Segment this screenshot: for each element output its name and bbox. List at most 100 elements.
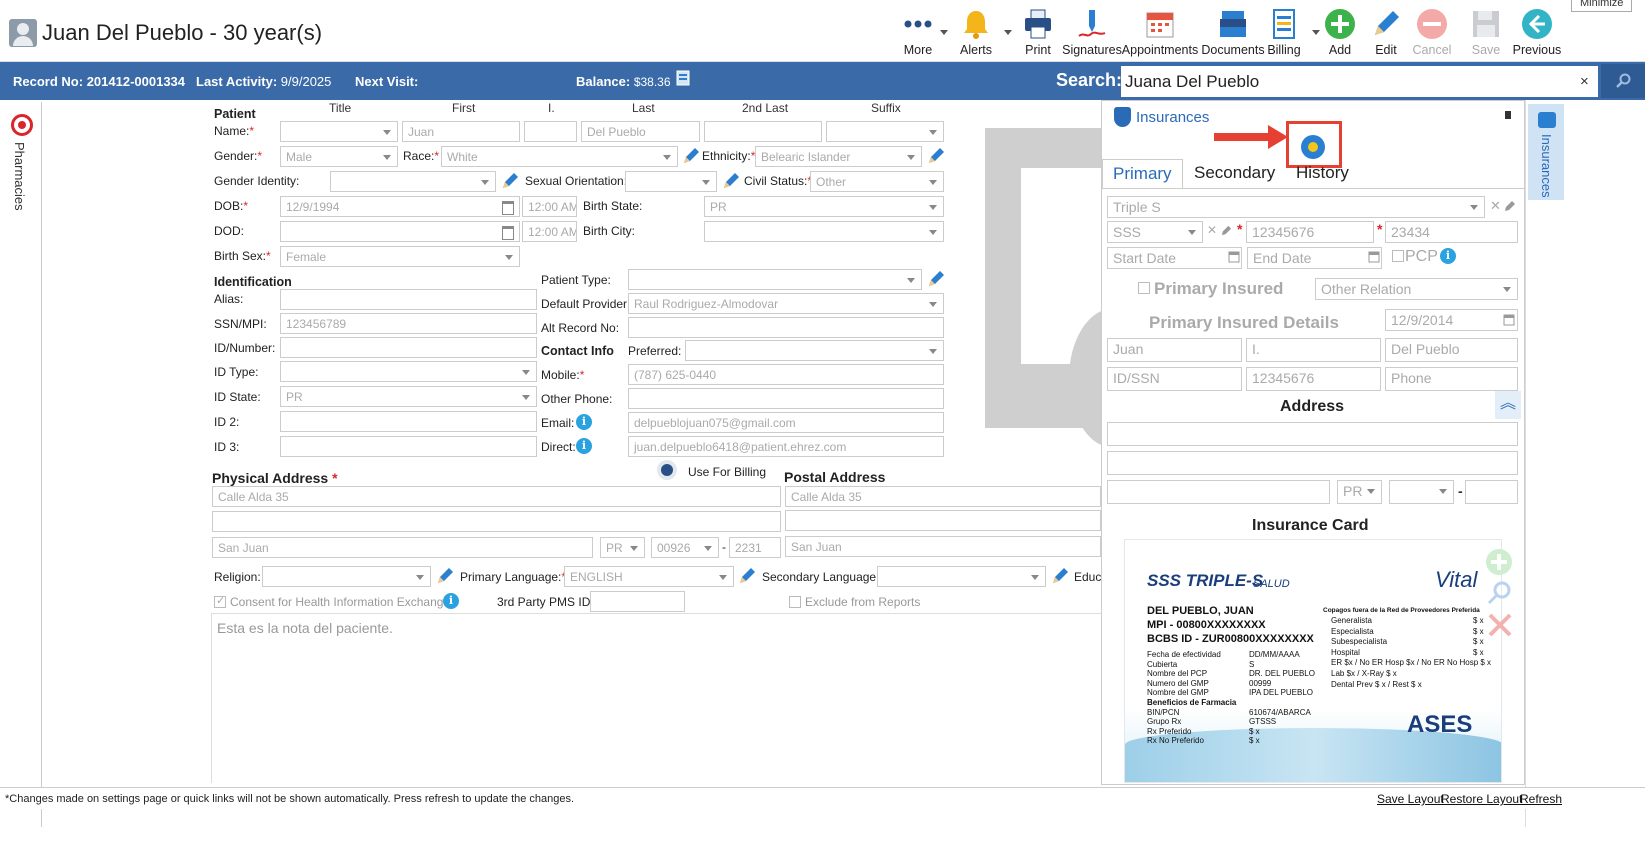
physical-zip-select[interactable]: 00926: [651, 537, 719, 558]
third-party-input[interactable]: [590, 591, 685, 612]
restore-layout-link[interactable]: Restore Layout: [1441, 792, 1522, 806]
race-edit-pencil-icon[interactable]: [681, 146, 701, 166]
end-date-input[interactable]: End Date: [1247, 247, 1382, 269]
id2-input[interactable]: [280, 411, 537, 432]
policy-number-input[interactable]: 12345676: [1246, 221, 1374, 243]
plan-type-edit-pencil-icon[interactable]: [1221, 225, 1232, 236]
exclude-reports-checkbox[interactable]: [789, 596, 801, 608]
gender-identity-edit-pencil-icon[interactable]: [500, 171, 520, 191]
secondary-language-edit-pencil-icon[interactable]: [1050, 566, 1070, 586]
physical-zip4-input[interactable]: 2231: [729, 537, 781, 558]
postal-address-line1-input[interactable]: Calle Alda 35: [785, 486, 1101, 507]
alias-input[interactable]: [280, 289, 537, 310]
ethnicity-select[interactable]: Belearic Islander: [755, 146, 922, 167]
sexual-orientation-select[interactable]: [625, 171, 717, 192]
birth-sex-select[interactable]: Female: [280, 246, 520, 267]
dod-time-input[interactable]: 12:00 AM: [522, 221, 577, 242]
group-number-input[interactable]: 23434: [1385, 221, 1518, 243]
start-calendar-icon[interactable]: [1228, 251, 1240, 263]
alt-record-input[interactable]: [628, 317, 944, 338]
dob-time-input[interactable]: 12:00 AM: [522, 196, 577, 217]
ethnicity-edit-pencil-icon[interactable]: [926, 146, 946, 166]
search-clear-button[interactable]: ×: [1580, 73, 1589, 90]
delete-card-icon[interactable]: [1487, 612, 1513, 638]
patient-type-select[interactable]: [628, 269, 922, 290]
religion-edit-pencil-icon[interactable]: [435, 566, 455, 586]
birth-city-select[interactable]: [704, 221, 944, 242]
insured-dob-calendar-icon[interactable]: [1503, 314, 1515, 326]
insured-dob-input[interactable]: 12/9/2014: [1385, 309, 1518, 331]
civil-status-select[interactable]: Other: [810, 171, 944, 192]
plan-clear-icon[interactable]: ✕: [1490, 198, 1501, 214]
appointments-button[interactable]: Appointments: [1122, 4, 1198, 60]
tab-secondary[interactable]: Secondary: [1184, 159, 1285, 189]
insurance-city-input[interactable]: [1107, 480, 1330, 504]
insurance-address-line1-input[interactable]: [1107, 422, 1518, 446]
consent-checkbox[interactable]: ✓: [214, 595, 226, 608]
insurance-state-select[interactable]: PR: [1337, 480, 1382, 504]
mobile-input[interactable]: (787) 625-0440: [628, 364, 944, 385]
default-provider-select[interactable]: Raul Rodriguez-Almodovar: [628, 293, 944, 314]
insured-first-input[interactable]: Juan: [1107, 338, 1242, 362]
insured-id-input[interactable]: ID/SSN: [1107, 367, 1242, 391]
pcp-info-icon[interactable]: i: [1440, 248, 1456, 264]
id-number-input[interactable]: [280, 337, 537, 358]
insured-id-value-input[interactable]: 12345676: [1246, 367, 1381, 391]
insured-last-input[interactable]: Del Pueblo: [1385, 338, 1518, 362]
id-type-select[interactable]: [280, 361, 537, 382]
religion-select[interactable]: [262, 566, 431, 587]
birth-state-select[interactable]: PR: [704, 196, 944, 217]
search-button[interactable]: [1601, 64, 1645, 98]
insurance-zip4-input[interactable]: [1465, 480, 1518, 504]
postal-address-line2-input[interactable]: [785, 510, 1101, 531]
primary-insured-checkbox[interactable]: [1138, 282, 1150, 294]
save-layout-link[interactable]: Save Layout: [1377, 792, 1444, 806]
pharmacies-icon[interactable]: [11, 114, 33, 136]
title-select[interactable]: [280, 121, 398, 142]
first-name-input[interactable]: Juan: [402, 121, 520, 142]
tab-primary[interactable]: Primary: [1102, 159, 1183, 189]
race-select[interactable]: White: [441, 146, 678, 167]
other-relation-select[interactable]: Other Relation: [1315, 278, 1518, 300]
consent-info-icon[interactable]: i: [443, 593, 459, 609]
second-last-input[interactable]: [704, 121, 822, 142]
pin-icon[interactable]: [1505, 111, 1511, 119]
end-calendar-icon[interactable]: [1368, 251, 1380, 263]
dob-date-input[interactable]: 12/9/1994: [280, 196, 520, 217]
insurance-plan-select[interactable]: Triple S: [1107, 196, 1485, 218]
insured-initial-input[interactable]: I.: [1246, 338, 1381, 362]
id3-input[interactable]: [280, 436, 537, 457]
pharmacies-tab[interactable]: Pharmacies: [12, 142, 27, 211]
initial-input[interactable]: [524, 121, 577, 142]
zoom-card-icon[interactable]: [1487, 580, 1513, 606]
id-state-select[interactable]: PR: [280, 386, 537, 407]
tab-history[interactable]: History: [1286, 159, 1359, 189]
physical-city-input[interactable]: San Juan: [212, 537, 593, 558]
insurances-rail-tab[interactable]: Insurances: [1528, 104, 1564, 200]
start-date-input[interactable]: Start Date: [1107, 247, 1242, 269]
physical-address-line2-input[interactable]: [212, 511, 781, 532]
postal-city-input[interactable]: San Juan: [785, 536, 1101, 557]
physical-address-line1-input[interactable]: Calle Alda 35: [212, 486, 781, 507]
previous-button[interactable]: Previous: [1503, 4, 1571, 60]
use-for-billing-radio[interactable]: [657, 460, 677, 480]
patient-notes-textarea[interactable]: Esta es la nota del paciente.: [211, 613, 1101, 783]
eligibility-wheel-icon[interactable]: [1301, 135, 1325, 159]
plan-type-clear-icon[interactable]: ✕: [1207, 223, 1217, 237]
insurance-zip-select[interactable]: [1389, 480, 1454, 504]
last-name-input[interactable]: Del Pueblo: [581, 121, 700, 142]
add-card-icon[interactable]: [1485, 548, 1513, 576]
dod-date-input[interactable]: [280, 221, 520, 242]
suffix-select[interactable]: [826, 121, 944, 142]
email-input[interactable]: delpueblojuan075@gmail.com: [628, 412, 944, 433]
patient-search-input[interactable]: [1121, 66, 1598, 97]
ssn-input[interactable]: 123456789: [280, 313, 537, 334]
patient-type-edit-pencil-icon[interactable]: [926, 269, 946, 289]
primary-language-edit-pencil-icon[interactable]: [737, 566, 757, 586]
pcp-checkbox[interactable]: [1392, 250, 1404, 262]
physical-state-select[interactable]: PR: [600, 537, 645, 558]
other-phone-input[interactable]: [628, 388, 944, 409]
gender-identity-select[interactable]: [330, 171, 496, 192]
secondary-language-select[interactable]: [877, 566, 1046, 587]
plan-edit-pencil-icon[interactable]: [1504, 200, 1516, 212]
